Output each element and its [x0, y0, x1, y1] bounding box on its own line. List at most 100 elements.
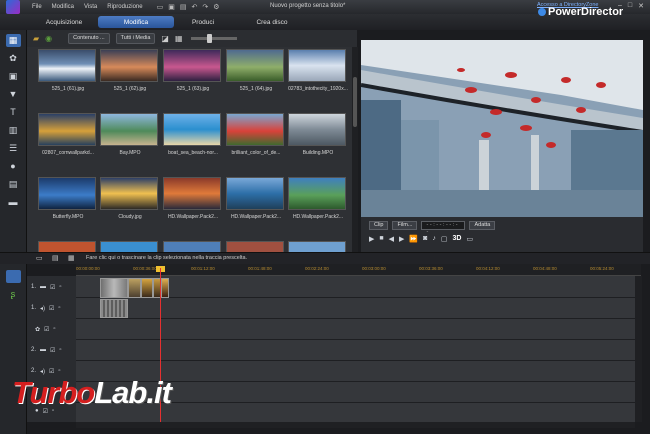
film-mode-button[interactable]: Film... — [392, 221, 418, 230]
thumbnail-image — [226, 113, 284, 146]
media-item[interactable]: HD.Wallpaper.Pack2... — [226, 177, 286, 223]
settings-gear-icon[interactable]: ⚙ — [213, 3, 219, 11]
audio-clip[interactable] — [100, 299, 128, 318]
media-item[interactable]: Cloudy.jpg — [100, 177, 160, 223]
menu-file[interactable]: File — [32, 4, 42, 10]
chapter-room-icon[interactable]: ▤ — [6, 178, 21, 191]
subtitle-room-icon[interactable]: ▬ — [6, 196, 21, 209]
media-item[interactable]: HD.Wallpaper.Pack2... — [163, 177, 223, 223]
track-enable-checkbox[interactable]: ☑ — [50, 347, 55, 354]
track-lock-icon[interactable]: ▫ — [59, 347, 61, 354]
slider-handle[interactable] — [206, 34, 212, 43]
redo-icon[interactable]: ↷ — [202, 3, 208, 11]
tab-modifica[interactable]: Modifica — [98, 16, 174, 28]
tab-acquisizione[interactable]: Acquisizione — [26, 16, 102, 28]
timeline-mode-icon[interactable] — [5, 270, 21, 283]
media-item[interactable]: HD.Wallpaper.Pack2... — [288, 177, 348, 223]
content-filter-dropdown[interactable]: Contenuto ... — [68, 33, 110, 44]
video-clip[interactable] — [161, 278, 169, 298]
fullscreen-icon[interactable]: ▢ — [441, 235, 448, 243]
magic-tool-icon[interactable]: ʂ — [0, 289, 26, 299]
track-enable-checkbox[interactable]: ☑ — [50, 284, 55, 291]
video-clip[interactable] — [128, 278, 141, 298]
save-icon[interactable]: ▤ — [180, 3, 187, 11]
media-item[interactable]: brilliant_color_of_de... — [226, 113, 286, 159]
timeline-vertical-scrollbar[interactable] — [635, 276, 642, 422]
track-lock-icon[interactable]: ▫ — [58, 305, 60, 312]
media-item[interactable] — [288, 241, 348, 252]
transition-room-icon[interactable]: ▥ — [6, 124, 21, 137]
media-item[interactable] — [226, 241, 286, 252]
timeline-view-icon[interactable]: ▤ — [52, 254, 59, 262]
import-folder-icon[interactable]: ▰ — [33, 34, 39, 43]
thumbnail-image — [100, 177, 158, 210]
menu-vista[interactable]: Vista — [84, 4, 97, 10]
storyboard-view-icon[interactable]: ▭ — [36, 254, 43, 262]
track-lock-icon[interactable]: ▫ — [58, 368, 60, 375]
pip-room-icon[interactable]: ▣ — [6, 70, 21, 83]
thumbnail-view-icon[interactable]: ▦ — [175, 34, 183, 43]
play-icon[interactable]: ▶ — [369, 235, 374, 243]
track-enable-checkbox[interactable]: ☑ — [44, 326, 49, 333]
media-item[interactable]: 525_1 (62).jpg — [100, 49, 160, 95]
maximize-icon[interactable]: □ — [628, 2, 632, 10]
volume-icon[interactable]: ♪ — [432, 235, 436, 243]
mode-3d-button[interactable]: 3D — [452, 235, 461, 243]
audio-mixing-icon[interactable]: ☰ — [6, 142, 21, 155]
track-enable-checkbox[interactable]: ☑ — [49, 368, 54, 375]
media-options-icon[interactable]: ◪ — [161, 34, 169, 43]
media-room-icon[interactable]: ▦ — [5, 34, 21, 47]
media-item[interactable]: boat_sea_beach-nor... — [163, 113, 223, 159]
track-enable-checkbox[interactable]: ☑ — [49, 305, 54, 312]
media-item[interactable]: 525_1 (63).jpg — [163, 49, 223, 95]
media-item[interactable] — [163, 241, 223, 252]
thumbnail-image — [100, 113, 158, 146]
track-lock-icon[interactable]: ▫ — [53, 326, 55, 333]
title-room-icon[interactable]: T — [6, 106, 21, 119]
video-clip[interactable] — [100, 278, 128, 298]
track-manager-icon[interactable]: ▦ — [68, 254, 75, 262]
next-frame-icon[interactable]: ▶ — [399, 235, 404, 243]
media-item[interactable]: Butterfly.MPO — [38, 177, 98, 223]
snapshot-camera-icon[interactable]: ◙ — [423, 235, 427, 243]
timecode-display[interactable]: - - : - - : - - : - - — [421, 221, 466, 235]
clip-mode-button[interactable]: Clip — [369, 221, 389, 230]
media-item[interactable]: 02783_intothecity_1920x... — [288, 49, 348, 95]
open-project-icon[interactable]: ▣ — [168, 3, 175, 11]
tab-crea-disco[interactable]: Crea disco — [234, 16, 310, 28]
media-item[interactable]: Building.MPO — [288, 113, 348, 159]
thumbnail-image — [226, 241, 284, 252]
media-filter-dropdown[interactable]: Tutti i Media — [115, 33, 156, 44]
fast-forward-icon[interactable]: ⏩ — [409, 235, 418, 243]
menu-riproduzione[interactable]: Riproduzione — [107, 4, 142, 10]
close-icon[interactable]: ✕ — [638, 2, 644, 10]
download-media-icon[interactable]: ◉ — [45, 34, 52, 43]
media-item[interactable]: Bay.MPO — [100, 113, 160, 159]
tab-produci[interactable]: Produci — [165, 16, 241, 28]
external-display-icon[interactable]: ▭ — [466, 235, 473, 243]
playback-controls: ▶ ■ ◀ ▶ ⏩ ◙ ♪ ▢ 3D ▭ — [369, 235, 473, 243]
media-item[interactable]: 525_1 (61).jpg — [38, 49, 98, 95]
track-header-video-2: 2. ▬ ☑ ▫ — [31, 347, 62, 354]
particle-room-icon[interactable]: ▼ — [6, 88, 21, 101]
video-clip[interactable] — [141, 278, 153, 298]
track-lock-icon[interactable]: ▫ — [59, 284, 61, 291]
fit-dropdown[interactable]: Adatta — [469, 221, 496, 230]
menu-modifica[interactable]: Modifica — [52, 4, 74, 10]
library-scroll-thumb[interactable] — [353, 77, 357, 127]
media-item[interactable]: 525_1 (64).jpg — [226, 49, 286, 95]
media-item[interactable] — [38, 241, 98, 252]
library-scrollbar[interactable] — [352, 47, 358, 252]
voiceover-icon[interactable]: ● — [6, 160, 21, 173]
undo-icon[interactable]: ↶ — [191, 3, 197, 11]
timeline-horizontal-scrollbar[interactable] — [76, 422, 635, 428]
thumbnail-image — [163, 177, 221, 210]
thumbnail-size-slider[interactable] — [190, 34, 237, 43]
audio-track-icon: ◂) — [40, 369, 46, 375]
previous-frame-icon[interactable]: ◀ — [389, 235, 394, 243]
effects-room-icon[interactable]: ✿ — [6, 52, 21, 65]
stop-icon[interactable]: ■ — [379, 235, 383, 243]
new-project-icon[interactable]: ▭ — [157, 3, 164, 11]
media-item[interactable]: 02807_cornwallparkd... — [38, 113, 98, 159]
media-item[interactable] — [100, 241, 160, 252]
